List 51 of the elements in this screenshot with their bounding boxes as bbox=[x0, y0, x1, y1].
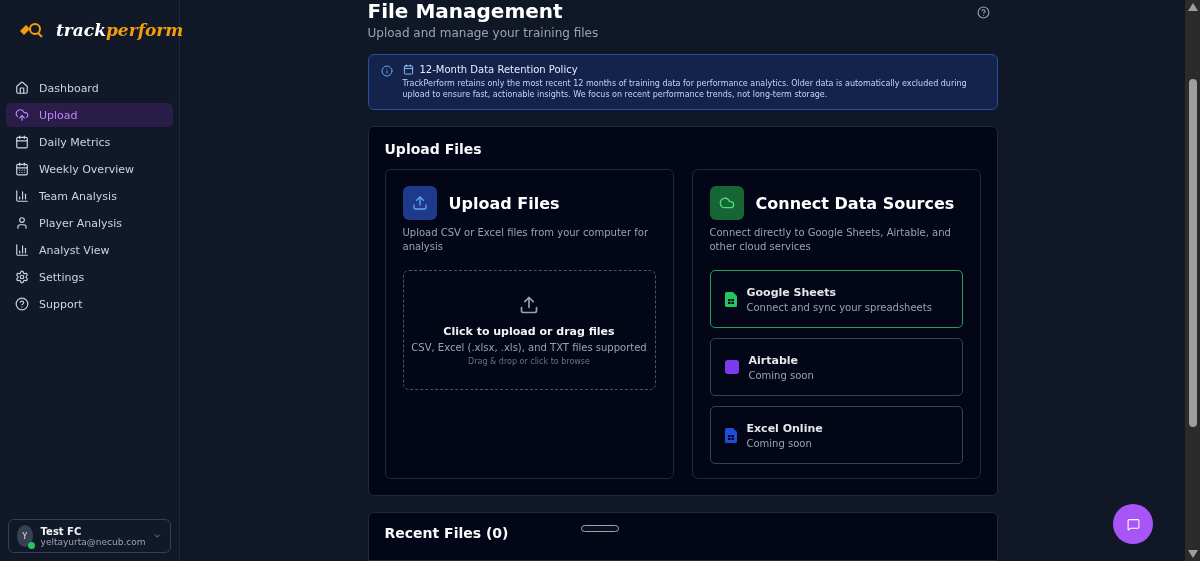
calendar-icon bbox=[15, 135, 29, 149]
scroll-up-arrow-icon[interactable] bbox=[1187, 3, 1198, 11]
cloud-icon bbox=[709, 186, 744, 220]
source-option[interactable]: Google Sheets Connect and sync your spreadsheets bbox=[709, 270, 963, 328]
drop-zone[interactable]: Click to upload or drag files CSV, Excel (.xlsx, .xls), and TXT files supported Drag & drop or click to browse bbox=[402, 270, 656, 390]
section-title: Upload Files bbox=[384, 141, 482, 157]
scroll-down-arrow-icon[interactable] bbox=[1187, 550, 1198, 558]
chat-button[interactable] bbox=[1113, 504, 1153, 544]
scrollbar[interactable] bbox=[1185, 0, 1200, 561]
scrollbar-thumb[interactable] bbox=[1188, 79, 1197, 427]
logo-icon bbox=[18, 21, 44, 39]
sidebar-item[interactable]: Team Analysis bbox=[6, 184, 173, 208]
upload-icon bbox=[519, 294, 539, 315]
source-option[interactable]: Excel Online Coming soon bbox=[709, 406, 963, 464]
bar-chart-icon bbox=[15, 189, 29, 203]
section-title: Recent Files (0) bbox=[384, 525, 509, 541]
avatar: Y bbox=[17, 525, 33, 547]
settings-icon bbox=[15, 270, 29, 284]
panel-title: Upload Files bbox=[448, 193, 560, 213]
cloud-upload-icon bbox=[15, 108, 29, 122]
sidebar-item[interactable]: Support bbox=[6, 292, 173, 316]
calendar-icon bbox=[15, 162, 29, 176]
source-option[interactable]: Airtable Coming soon bbox=[709, 338, 963, 396]
sidebar-item[interactable]: Analyst View bbox=[6, 238, 173, 262]
notice-text: TrackPerform retains only the most recent 12 months of training data for performance analytics. Older data is automatically excluded during upload to ensure fast, actionable insights. We focus on recent performance trends, not long-term storage. bbox=[402, 78, 968, 100]
user-card[interactable]: Y Test FC yeltayurta@necub.com bbox=[8, 519, 171, 553]
sidebar-item[interactable]: Settings bbox=[6, 265, 173, 289]
sidebar-item[interactable]: Daily Metrics bbox=[6, 130, 173, 154]
help-icon[interactable] bbox=[976, 6, 990, 19]
help-icon bbox=[15, 297, 29, 311]
info-icon bbox=[380, 65, 393, 77]
bar-chart-icon bbox=[15, 243, 29, 257]
calendar-icon bbox=[402, 64, 414, 75]
page-subtitle: Upload and manage your training files bbox=[367, 26, 599, 40]
sidebar-item[interactable]: Dashboard bbox=[6, 76, 173, 100]
panel-title: Connect Data Sources bbox=[755, 193, 955, 213]
brand-logo: trackperform bbox=[56, 20, 184, 40]
user-icon bbox=[15, 216, 29, 230]
user-email: yeltayurta@necub.com bbox=[40, 536, 146, 547]
drag-handle[interactable] bbox=[580, 525, 619, 532]
sidebar-item[interactable]: Player Analysis bbox=[6, 211, 173, 235]
home-icon bbox=[15, 81, 29, 95]
panel-description: Connect directly to Google Sheets, Airtable, and other cloud services bbox=[709, 226, 952, 254]
sidebar-item[interactable]: Upload bbox=[6, 103, 173, 127]
user-name: Test FC bbox=[40, 525, 83, 537]
notice-title: 12-Month Data Retention Policy bbox=[419, 64, 578, 75]
upload-icon bbox=[402, 186, 437, 220]
page-title: File Management bbox=[367, 0, 564, 22]
sidebar-item[interactable]: Weekly Overview bbox=[6, 157, 173, 181]
panel-description: Upload CSV or Excel files from your computer for analysis bbox=[402, 226, 650, 254]
chat-icon bbox=[1126, 517, 1140, 531]
